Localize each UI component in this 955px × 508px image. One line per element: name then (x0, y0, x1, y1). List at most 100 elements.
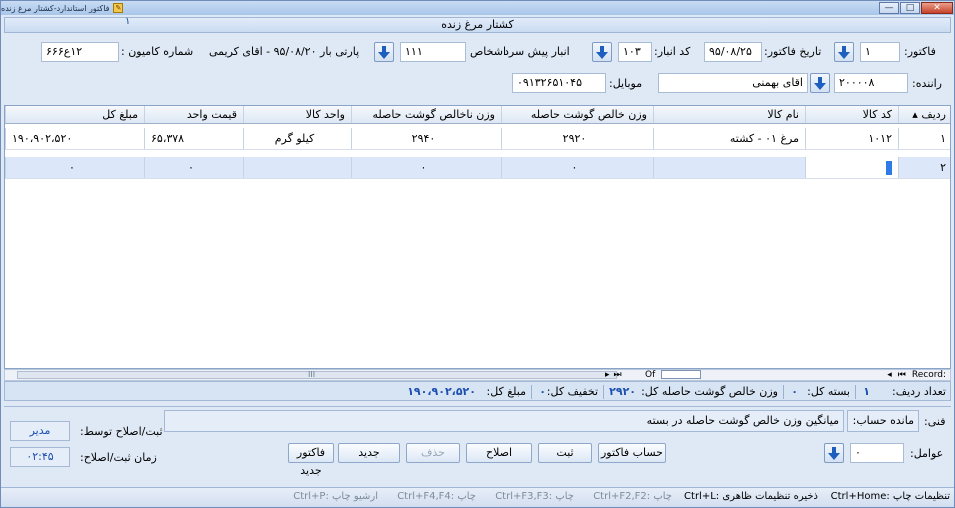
cell-total[interactable]: ۰ (5, 157, 144, 178)
status-print-settings[interactable]: تنظیمات چاپ :Ctrl+Home (831, 491, 950, 502)
cell-name[interactable] (653, 157, 805, 178)
new-button[interactable]: جدید (338, 443, 400, 463)
app-icon: ✎ (113, 3, 124, 13)
registered-by-field: مدیر (10, 421, 70, 441)
minimize-button[interactable]: — (879, 2, 899, 14)
column-header-net-weight[interactable]: وزن خالص گوشت حاصله (501, 106, 653, 123)
registration-time-label: زمان ثبت/اصلاح: (80, 451, 157, 464)
delete-button[interactable]: حذف (406, 443, 460, 463)
cell-row[interactable]: ۱ (898, 128, 950, 149)
registered-by-label: ثبت/اصلاح توسط: (80, 425, 163, 438)
separator (531, 385, 532, 399)
status-save-layout[interactable]: ذخیره تنظیمات ظاهری :Ctrl+L (684, 491, 818, 502)
nav-first-icon[interactable]: ⏮ (898, 370, 906, 380)
cell-unit[interactable]: کیلو گرم (243, 128, 351, 149)
text-cursor (886, 161, 892, 175)
table-row-selected[interactable]: ۲ ۰ ۰ ۰ ۰ (5, 157, 950, 179)
total-discount-value: ۰ (539, 385, 546, 398)
cell-code[interactable]: ۱۰۱۲ (805, 128, 898, 149)
total-discount-label: تخفیف کل: (546, 385, 598, 398)
nav-next-icon[interactable]: ▸ (605, 370, 610, 380)
invoice-date-field[interactable]: ۹۵/۰۸/۲۵ (704, 42, 762, 62)
column-header-unit-price[interactable]: قیمت واحد (144, 106, 243, 123)
cell-unit-price[interactable]: ۰ (144, 157, 243, 178)
close-button[interactable]: ✕ (921, 2, 953, 14)
separator (603, 385, 604, 399)
invoice-date-label: تاریخ فاکتور: (764, 45, 822, 58)
arrow-down-icon (814, 76, 826, 90)
scrollbar-thumb[interactable]: III (17, 370, 617, 379)
form-header: کشتار مرغ زنده ۱ (4, 16, 951, 33)
status-print-f2[interactable]: چاپ :Ctrl+F2,F2 (593, 491, 672, 502)
invoice-header-form: فاکتور: ۱ تاریخ فاکتور: ۹۵/۰۸/۲۵ کد انبا… (4, 35, 951, 101)
invoice-account-button[interactable]: حساب فاکتور (598, 443, 666, 463)
person-dropdown-button[interactable] (374, 42, 394, 62)
status-print-f4[interactable]: چاپ :Ctrl+F4,F4 (397, 491, 476, 502)
total-packs-value: ۰ (791, 385, 798, 398)
cell-gross-weight[interactable]: ۲۹۴۰ (351, 128, 501, 149)
total-amount-label: مبلغ کل: (486, 385, 526, 398)
driver-dropdown-button[interactable] (810, 73, 830, 93)
title-bar: ✎ فاکتور استاندارد-کشتار مرغ زنده — □ ✕ (1, 1, 954, 15)
nav-record-label: Record: (911, 370, 946, 380)
column-header-total[interactable]: مبلغ کل (5, 106, 144, 123)
header-number: ۱ (125, 16, 131, 27)
items-grid[interactable]: ردیف ▴ کد کالا نام کالا وزن خالص گوشت حا… (4, 105, 951, 369)
record-number-field[interactable] (661, 370, 702, 379)
column-header-gross-weight[interactable]: وزن ناخالص گوشت حاصله (351, 106, 501, 123)
cell-unit[interactable] (243, 157, 351, 178)
status-print-f3[interactable]: چاپ :Ctrl+F3,F3 (495, 491, 574, 502)
invoice-label: فاکتور: (904, 45, 936, 58)
balance-label: مانده حساب: (852, 414, 914, 427)
column-header-name[interactable]: نام کالا (653, 106, 805, 123)
total-net-weight-label: وزن خالص گوشت حاصله کل: (641, 385, 778, 398)
cell-code-editing[interactable] (805, 157, 898, 178)
invoice-number-field[interactable]: ۱ (860, 42, 900, 62)
edit-button[interactable]: اصلاح (466, 443, 532, 463)
total-net-weight-value: ۲۹۲۰ (609, 385, 636, 398)
cell-total[interactable]: ۱۹۰،۹۰۲،۵۲۰ (5, 128, 144, 149)
warehouse-name: انبار پیش سرد (504, 45, 570, 58)
horizontal-scrollbar[interactable]: III ◂ ⏮ Record: Of ▸ ⏭ (4, 369, 951, 381)
separator (855, 385, 856, 399)
nav-of-label: Of (645, 370, 656, 380)
column-header-unit[interactable]: واحد کالا (243, 106, 351, 123)
rows-count-value: ۱ (863, 385, 870, 398)
form-title: کشتار مرغ زنده (441, 18, 514, 31)
separator (783, 385, 784, 399)
rows-count-label: تعداد ردیف: (892, 385, 946, 398)
party-label: پارتی بار ۹۵/۰۸/۲۰ - اقای کریمی (209, 45, 360, 58)
cell-net-weight[interactable]: ۲۹۲۰ (501, 128, 653, 149)
save-button[interactable]: ثبت (538, 443, 592, 463)
factors-field[interactable]: ۰ (850, 443, 904, 463)
column-header-code[interactable]: کد کالا (805, 106, 898, 123)
cell-name[interactable]: مرغ ۰۱ - کشته (653, 128, 805, 149)
factors-dropdown-button[interactable] (824, 443, 844, 463)
nav-prev-icon[interactable]: ◂ (887, 370, 892, 380)
cell-gross-weight[interactable]: ۰ (351, 157, 501, 178)
invoice-dropdown-button[interactable] (834, 42, 854, 62)
driver-label: راننده: (912, 77, 942, 90)
arrow-down-icon (596, 45, 608, 59)
cell-net-weight[interactable]: ۰ (501, 157, 653, 178)
driver-code-field[interactable]: ۲۰۰۰۰۸ (834, 73, 908, 93)
truck-number-label: شماره کامیون : (121, 45, 194, 58)
nav-last-icon[interactable]: ⏭ (614, 370, 622, 380)
column-header-row[interactable]: ردیف ▴ (898, 106, 950, 123)
cell-unit-price[interactable]: ۶۵،۳۷۸ (144, 128, 243, 149)
table-row[interactable]: ۱ ۱۰۱۲ مرغ ۰۱ - کشته ۲۹۲۰ ۲۹۴۰ کیلو گرم … (5, 128, 950, 150)
warehouse-code-label: کد انبار: (654, 45, 691, 58)
truck-number-field[interactable]: ۱۲ع۶۶۶ (41, 42, 119, 62)
status-bar: تنظیمات چاپ :Ctrl+Home ذخیره تنظیمات ظاه… (1, 487, 954, 507)
warehouse-code-field[interactable]: ۱۰۳ (618, 42, 652, 62)
warehouse-dropdown-button[interactable] (592, 42, 612, 62)
driver-name-field[interactable]: اقای بهمنی (658, 73, 808, 93)
mobile-field[interactable]: ۰۹۱۳۲۶۵۱۰۴۵ (512, 73, 606, 93)
average-weight-label: میانگین وزن خالص گوشت حاصله در بسته (646, 414, 839, 427)
cell-row[interactable]: ۲ (898, 157, 950, 178)
maximize-button[interactable]: □ (900, 2, 920, 14)
mobile-label: موبایل: (609, 77, 643, 90)
status-print-archive[interactable]: ارشیو چاپ :Ctrl+P (293, 491, 378, 502)
new-invoice-button[interactable]: فاکتور جدید (288, 443, 334, 477)
person-field[interactable]: ۱۱۱ (400, 42, 466, 62)
